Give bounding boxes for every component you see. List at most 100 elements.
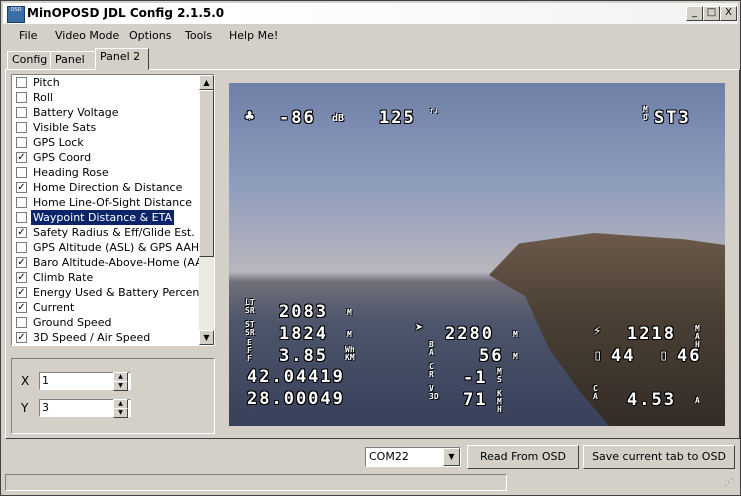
osd-preview[interactable]: ♣ -86 dB 125 ↑↓ M D ST3 LT SR 2083 M ST … bbox=[229, 83, 725, 426]
list-item[interactable]: ✓ Climb Rate bbox=[14, 270, 199, 285]
app-icon: OSD bbox=[7, 6, 25, 23]
eff-label: E F F bbox=[247, 338, 252, 363]
st-label: ST SR bbox=[245, 320, 255, 337]
baro-label: B A bbox=[429, 340, 434, 357]
menu-bar: File Video Mode Options Tools Help Me! bbox=[3, 25, 738, 45]
battery-a-percent: 44 bbox=[611, 346, 636, 366]
x-stepper[interactable]: ▲ ▼ bbox=[113, 372, 128, 391]
list-item[interactable]: Heading Rose bbox=[14, 165, 199, 180]
scroll-up-icon[interactable]: ▲ bbox=[199, 75, 214, 90]
list-item-label: Ground Speed bbox=[33, 316, 112, 329]
baro-unit: M bbox=[513, 352, 518, 361]
list-item-label: Safety Radius & Eff/Glide Est. bbox=[33, 226, 195, 239]
list-item[interactable]: Ground Speed bbox=[14, 315, 199, 330]
com-port-select[interactable]: COM22 ▼ bbox=[365, 447, 461, 467]
checkbox-icon[interactable] bbox=[16, 137, 27, 148]
list-item-label: Current bbox=[33, 301, 75, 314]
eff-unit: Wh KM bbox=[345, 345, 355, 362]
checkbox-checked-icon[interactable]: ✓ bbox=[16, 332, 27, 343]
checkbox-checked-icon[interactable]: ✓ bbox=[16, 152, 27, 163]
progress-bar bbox=[5, 474, 507, 491]
y-down-icon[interactable]: ▼ bbox=[113, 408, 128, 418]
menu-tools[interactable]: Tools bbox=[185, 29, 212, 42]
list-item[interactable]: Roll bbox=[14, 90, 199, 105]
checkbox-icon[interactable] bbox=[16, 77, 27, 88]
maximize-button[interactable]: □ bbox=[703, 6, 720, 21]
list-item-label: Home Direction & Distance bbox=[33, 181, 183, 194]
checkbox-icon[interactable] bbox=[16, 212, 27, 223]
list-item-label: Battery Voltage bbox=[33, 106, 119, 119]
title-bar: OSD MinOPOSD JDL Config 2.1.5.0 _ □ X bbox=[3, 3, 738, 24]
tab-panel-1[interactable]: Panel 1 bbox=[50, 51, 98, 82]
y-stepper[interactable]: ▲ ▼ bbox=[113, 399, 128, 418]
list-item[interactable]: GPS Altitude (ASL) & GPS AAH bbox=[14, 240, 199, 255]
checkbox-icon[interactable] bbox=[16, 167, 27, 178]
list-item[interactable]: ✓ Baro Altitude-Above-Home (AAH) bbox=[14, 255, 214, 270]
checkbox-checked-icon[interactable]: ✓ bbox=[16, 272, 27, 283]
checkbox-icon[interactable] bbox=[16, 242, 27, 253]
scroll-down-icon[interactable]: ▼ bbox=[199, 330, 214, 345]
menu-options[interactable]: Options bbox=[129, 29, 171, 42]
battery-b-percent: 46 bbox=[677, 346, 702, 366]
chevron-down-icon[interactable]: ▼ bbox=[443, 448, 460, 466]
list-item[interactable]: Home Line-Of-Sight Distance bbox=[14, 195, 199, 210]
list-item[interactable]: GPS Lock bbox=[14, 135, 199, 150]
checkbox-icon[interactable] bbox=[16, 317, 27, 328]
minimize-button[interactable]: _ bbox=[686, 6, 703, 21]
list-item[interactable]: Visible Sats bbox=[14, 120, 199, 135]
checkbox-checked-icon[interactable]: ✓ bbox=[16, 227, 27, 238]
energy-icon: ⚡ bbox=[593, 323, 604, 339]
climb-value: -1 bbox=[463, 368, 488, 388]
list-item[interactable]: ✓ Safety Radius & Eff/Glide Est. bbox=[14, 225, 199, 240]
mode-icon: M D bbox=[643, 105, 648, 122]
list-item[interactable]: ✓ Current bbox=[14, 300, 199, 315]
menu-help[interactable]: Help Me! bbox=[229, 29, 278, 42]
list-item[interactable]: Battery Voltage bbox=[14, 105, 199, 120]
checkbox-checked-icon[interactable]: ✓ bbox=[16, 302, 27, 313]
resize-grip-icon[interactable]: ⋰ bbox=[724, 478, 736, 490]
x-down-icon[interactable]: ▼ bbox=[113, 381, 128, 391]
throttle-value: 125 bbox=[379, 108, 416, 128]
battery-b-icon: ▯ bbox=[659, 346, 671, 364]
com-port-value: COM22 bbox=[369, 450, 409, 463]
battery-a-icon: ▯ bbox=[593, 346, 605, 364]
menu-file[interactable]: File bbox=[19, 29, 37, 42]
checkbox-icon[interactable] bbox=[16, 197, 27, 208]
list-item-label: GPS Altitude (ASL) & GPS AAH bbox=[33, 241, 200, 254]
tab-panel-2[interactable]: Panel 2 bbox=[95, 48, 149, 70]
list-scrollbar[interactable]: ▲ ▼ bbox=[199, 75, 214, 345]
list-item[interactable]: Waypoint Distance & ETA bbox=[14, 210, 199, 225]
checkbox-checked-icon[interactable]: ✓ bbox=[16, 287, 27, 298]
tab-config[interactable]: Config bbox=[7, 51, 53, 70]
read-from-osd-button[interactable]: Read From OSD bbox=[467, 445, 579, 469]
list-item-label: Climb Rate bbox=[33, 271, 94, 284]
list-item-label: Roll bbox=[33, 91, 53, 104]
close-button[interactable]: X bbox=[720, 6, 737, 21]
osd-item-list[interactable]: Pitch Roll Battery Voltage Visible Sats GPS … bbox=[11, 74, 215, 346]
list-item-label: Waypoint Distance & ETA bbox=[31, 210, 174, 225]
rc-icon: ♣ bbox=[245, 107, 257, 125]
list-item-label: Heading Rose bbox=[33, 166, 109, 179]
menu-video-mode[interactable]: Video Mode bbox=[55, 29, 119, 42]
checkbox-checked-icon[interactable]: ✓ bbox=[16, 182, 27, 193]
checkbox-icon[interactable] bbox=[16, 122, 27, 133]
window-title: MinOPOSD JDL Config 2.1.5.0 bbox=[27, 6, 225, 20]
list-item[interactable]: ✓ 3D Speed / Air Speed bbox=[14, 330, 199, 345]
save-tab-button[interactable]: Save current tab to OSD bbox=[583, 445, 735, 469]
list-item-label: 3D Speed / Air Speed bbox=[33, 331, 151, 344]
list-item[interactable]: Pitch bbox=[14, 75, 199, 90]
y-label: Y bbox=[21, 401, 29, 415]
list-item[interactable]: ✓ Energy Used & Battery Percent bbox=[14, 285, 204, 300]
scroll-thumb[interactable] bbox=[199, 90, 214, 257]
lt-value: 2083 bbox=[279, 302, 328, 322]
checkbox-checked-icon[interactable]: ✓ bbox=[16, 257, 27, 268]
climb-label: C R bbox=[429, 362, 434, 379]
list-item[interactable]: ✓ Home Direction & Distance bbox=[14, 180, 199, 195]
list-item-label: Pitch bbox=[33, 76, 60, 89]
checkbox-icon[interactable] bbox=[16, 107, 27, 118]
st-value: 1824 bbox=[279, 324, 328, 344]
list-item[interactable]: ✓ GPS Coord bbox=[14, 150, 199, 165]
checkbox-icon[interactable] bbox=[16, 92, 27, 103]
current-unit: A bbox=[695, 396, 700, 405]
eff-value: 3.85 bbox=[279, 346, 328, 366]
